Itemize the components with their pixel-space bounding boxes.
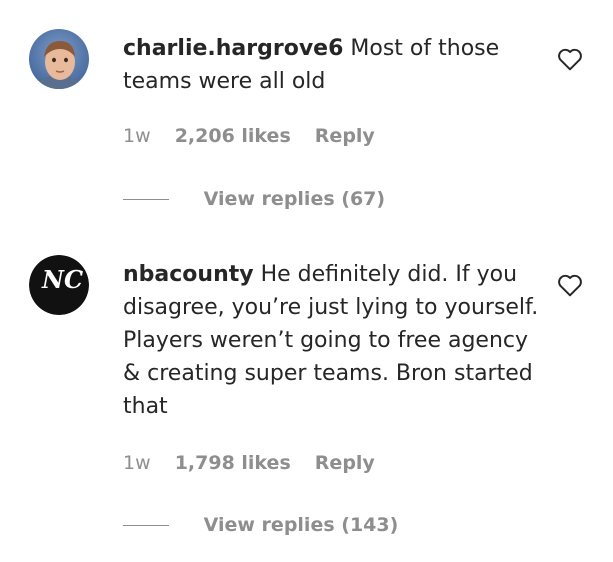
view-replies-label: View replies (67): [203, 188, 386, 210]
view-replies-label: View replies (143): [203, 514, 399, 536]
svg-text:NC: NC: [41, 265, 83, 294]
comment-time: 1w: [123, 452, 151, 474]
divider-line: [123, 525, 169, 526]
comment-likes[interactable]: 2,206 likes: [175, 125, 291, 147]
avatar-charlie-hargrove6[interactable]: [29, 29, 89, 89]
comment-text: charlie.hargrove6 Most of those teams we…: [123, 32, 543, 98]
avatar-logo: NC: [29, 255, 89, 315]
comment-likes[interactable]: 1,798 likes: [175, 452, 291, 474]
view-replies-button[interactable]: View replies (143): [123, 513, 398, 537]
view-replies-button[interactable]: View replies (67): [123, 187, 385, 211]
heart-outline-icon[interactable]: [557, 47, 583, 71]
avatar-nbacounty[interactable]: NC: [29, 255, 89, 315]
comment-username[interactable]: nbacounty: [123, 262, 254, 287]
comment-username[interactable]: charlie.hargrove6: [123, 36, 343, 61]
comment-time: 1w: [123, 125, 151, 147]
comment-text: nbacounty He definitely did. If you disa…: [123, 258, 543, 423]
comment-meta: 1w 1,798 likes Reply: [123, 451, 393, 475]
comment-meta: 1w 2,206 likes Reply: [123, 124, 393, 148]
avatar-photo: [29, 29, 89, 89]
reply-button[interactable]: Reply: [315, 452, 375, 474]
divider-line: [123, 199, 169, 200]
reply-button[interactable]: Reply: [315, 125, 375, 147]
heart-outline-icon[interactable]: [557, 273, 583, 297]
